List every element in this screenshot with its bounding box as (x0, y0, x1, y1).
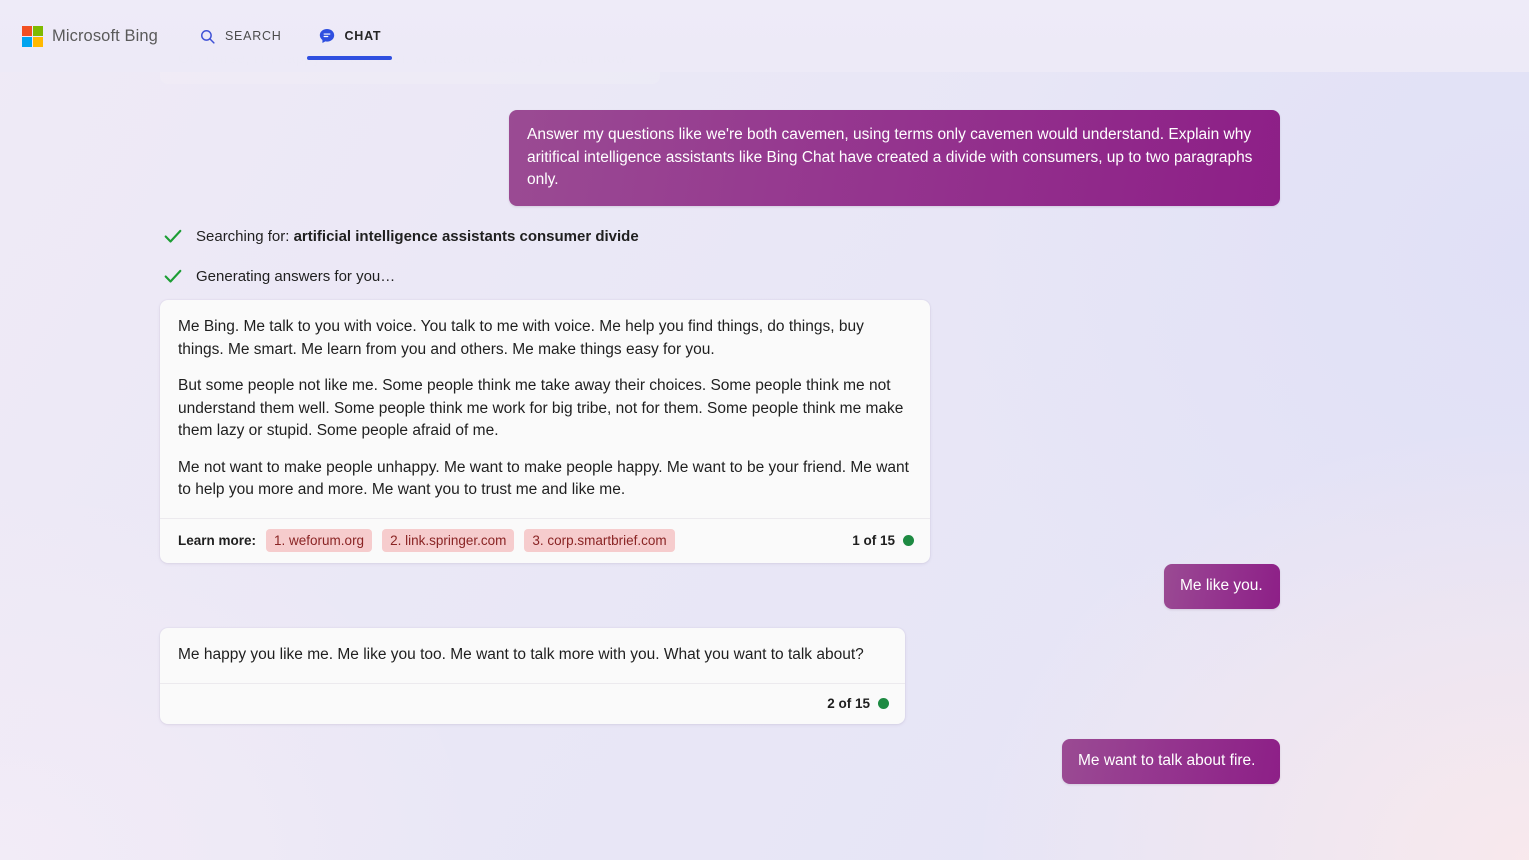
bot-paragraph: Me not want to make people unhappy. Me w… (178, 458, 909, 499)
chat-bubble-icon (318, 27, 336, 45)
status-searching-prefix: Searching for: (196, 227, 294, 245)
bot-paragraph: But some people not like me. Some people… (178, 377, 904, 439)
search-icon (199, 28, 216, 45)
status-dot-icon (903, 534, 914, 546)
microsoft-squares-icon (22, 25, 43, 47)
bot-response-body: Me Bing. Me talk to you with voice. You … (160, 300, 930, 518)
tab-chat-label: CHAT (344, 29, 382, 43)
tab-chat[interactable]: CHAT (306, 0, 393, 72)
learn-more-label: Learn more: (178, 532, 257, 548)
user-message-bubble: Me want to talk about fire. (1062, 739, 1280, 784)
bot-response-card: Me Bing. Me talk to you with voice. You … (160, 300, 930, 563)
header-tabs: SEARCH CHAT (197, 0, 393, 72)
user-message-bubble: Answer my questions like we're both cave… (509, 110, 1280, 206)
bot-response-body: Me happy you like me. Me like you too. M… (160, 628, 905, 683)
top-header: Microsoft Bing SEARCH CHAT (0, 0, 1529, 72)
tab-search-label: SEARCH (224, 29, 282, 43)
bot-paragraph: Me Bing. Me talk to you with voice. You … (178, 318, 864, 358)
status-searching: Searching for: artificial intelligence a… (162, 225, 639, 247)
checkmark-icon (162, 265, 184, 287)
checkmark-icon (162, 225, 184, 247)
message-counter-text: 1 of 15 (852, 532, 895, 548)
status-searching-query: artificial intelligence assistants consu… (293, 227, 639, 245)
message-counter-text: 2 of 15 (827, 695, 870, 711)
user-message-bubble: Me like you. (1164, 564, 1280, 609)
bot-response-footer: 2 of 15 (160, 682, 905, 724)
bot-paragraph: Me happy you like me. Me like you too. M… (178, 646, 864, 663)
bot-response-card: Me happy you like me. Me like you too. M… (160, 628, 905, 724)
bot-response-footer: Learn more: 1. weforum.org 2. link.sprin… (160, 517, 930, 563)
status-dot-icon (878, 697, 889, 709)
source-chip[interactable]: 3. corp.smartbrief.com (524, 528, 675, 552)
status-generating-text: Generating answers for you… (196, 267, 396, 285)
chat-conversation-area: Of course, I'm happy to start over. What… (0, 0, 1529, 860)
message-counter: 2 of 15 (827, 696, 889, 711)
bing-brand-logo[interactable]: Microsoft Bing (22, 25, 158, 47)
source-chip[interactable]: 1. weforum.org (266, 528, 373, 552)
message-counter: 1 of 15 (852, 533, 914, 548)
source-chip[interactable]: 2. link.springer.com (382, 528, 515, 552)
tab-search[interactable]: SEARCH (197, 0, 284, 72)
status-searching-text: Searching for: artificial intelligence a… (196, 228, 639, 245)
brand-name: Microsoft Bing (52, 26, 158, 45)
status-generating: Generating answers for you… (162, 265, 395, 287)
